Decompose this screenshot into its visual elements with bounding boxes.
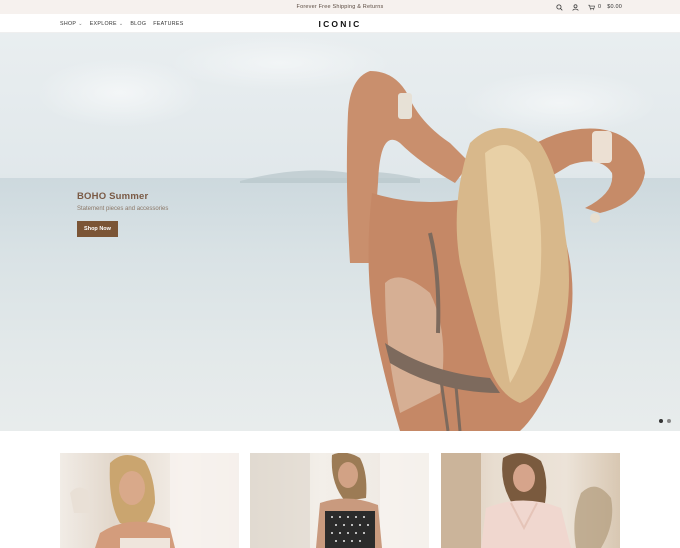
hero-title: BOHO Summer — [77, 191, 149, 202]
product-card[interactable] — [60, 453, 239, 548]
slider-dots — [659, 419, 671, 423]
product-image — [250, 453, 429, 548]
product-card[interactable] — [250, 453, 429, 548]
shop-now-button[interactable]: Shop Now — [77, 221, 118, 237]
product-card[interactable] — [441, 453, 620, 548]
site-header: SHOP ⌄ EXPLORE ⌄ BLOG FEATURES ICONIC — [0, 14, 680, 33]
site-logo[interactable]: ICONIC — [0, 14, 680, 33]
cart-total: $0.00 — [607, 4, 622, 10]
cart-link[interactable]: 0 $0.00 — [588, 4, 622, 11]
slider-dot[interactable] — [667, 419, 671, 423]
cart-count: 0 — [597, 4, 602, 10]
hero-subtitle: Statement pieces and accessories — [77, 206, 169, 212]
utility-icons: 0 $0.00 — [556, 0, 622, 14]
product-image — [441, 453, 613, 548]
slider-dot-active[interactable] — [659, 419, 663, 423]
cart-icon — [588, 4, 595, 11]
product-image — [70, 453, 239, 548]
announcement-bar: Forever Free Shipping & Returns 0 $0.00 — [0, 0, 680, 14]
hero-banner: BOHO Summer Statement pieces and accesso… — [0, 33, 680, 431]
announcement-text: Forever Free Shipping & Returns — [296, 4, 384, 10]
account-icon[interactable] — [572, 3, 579, 11]
search-icon[interactable] — [556, 3, 563, 11]
